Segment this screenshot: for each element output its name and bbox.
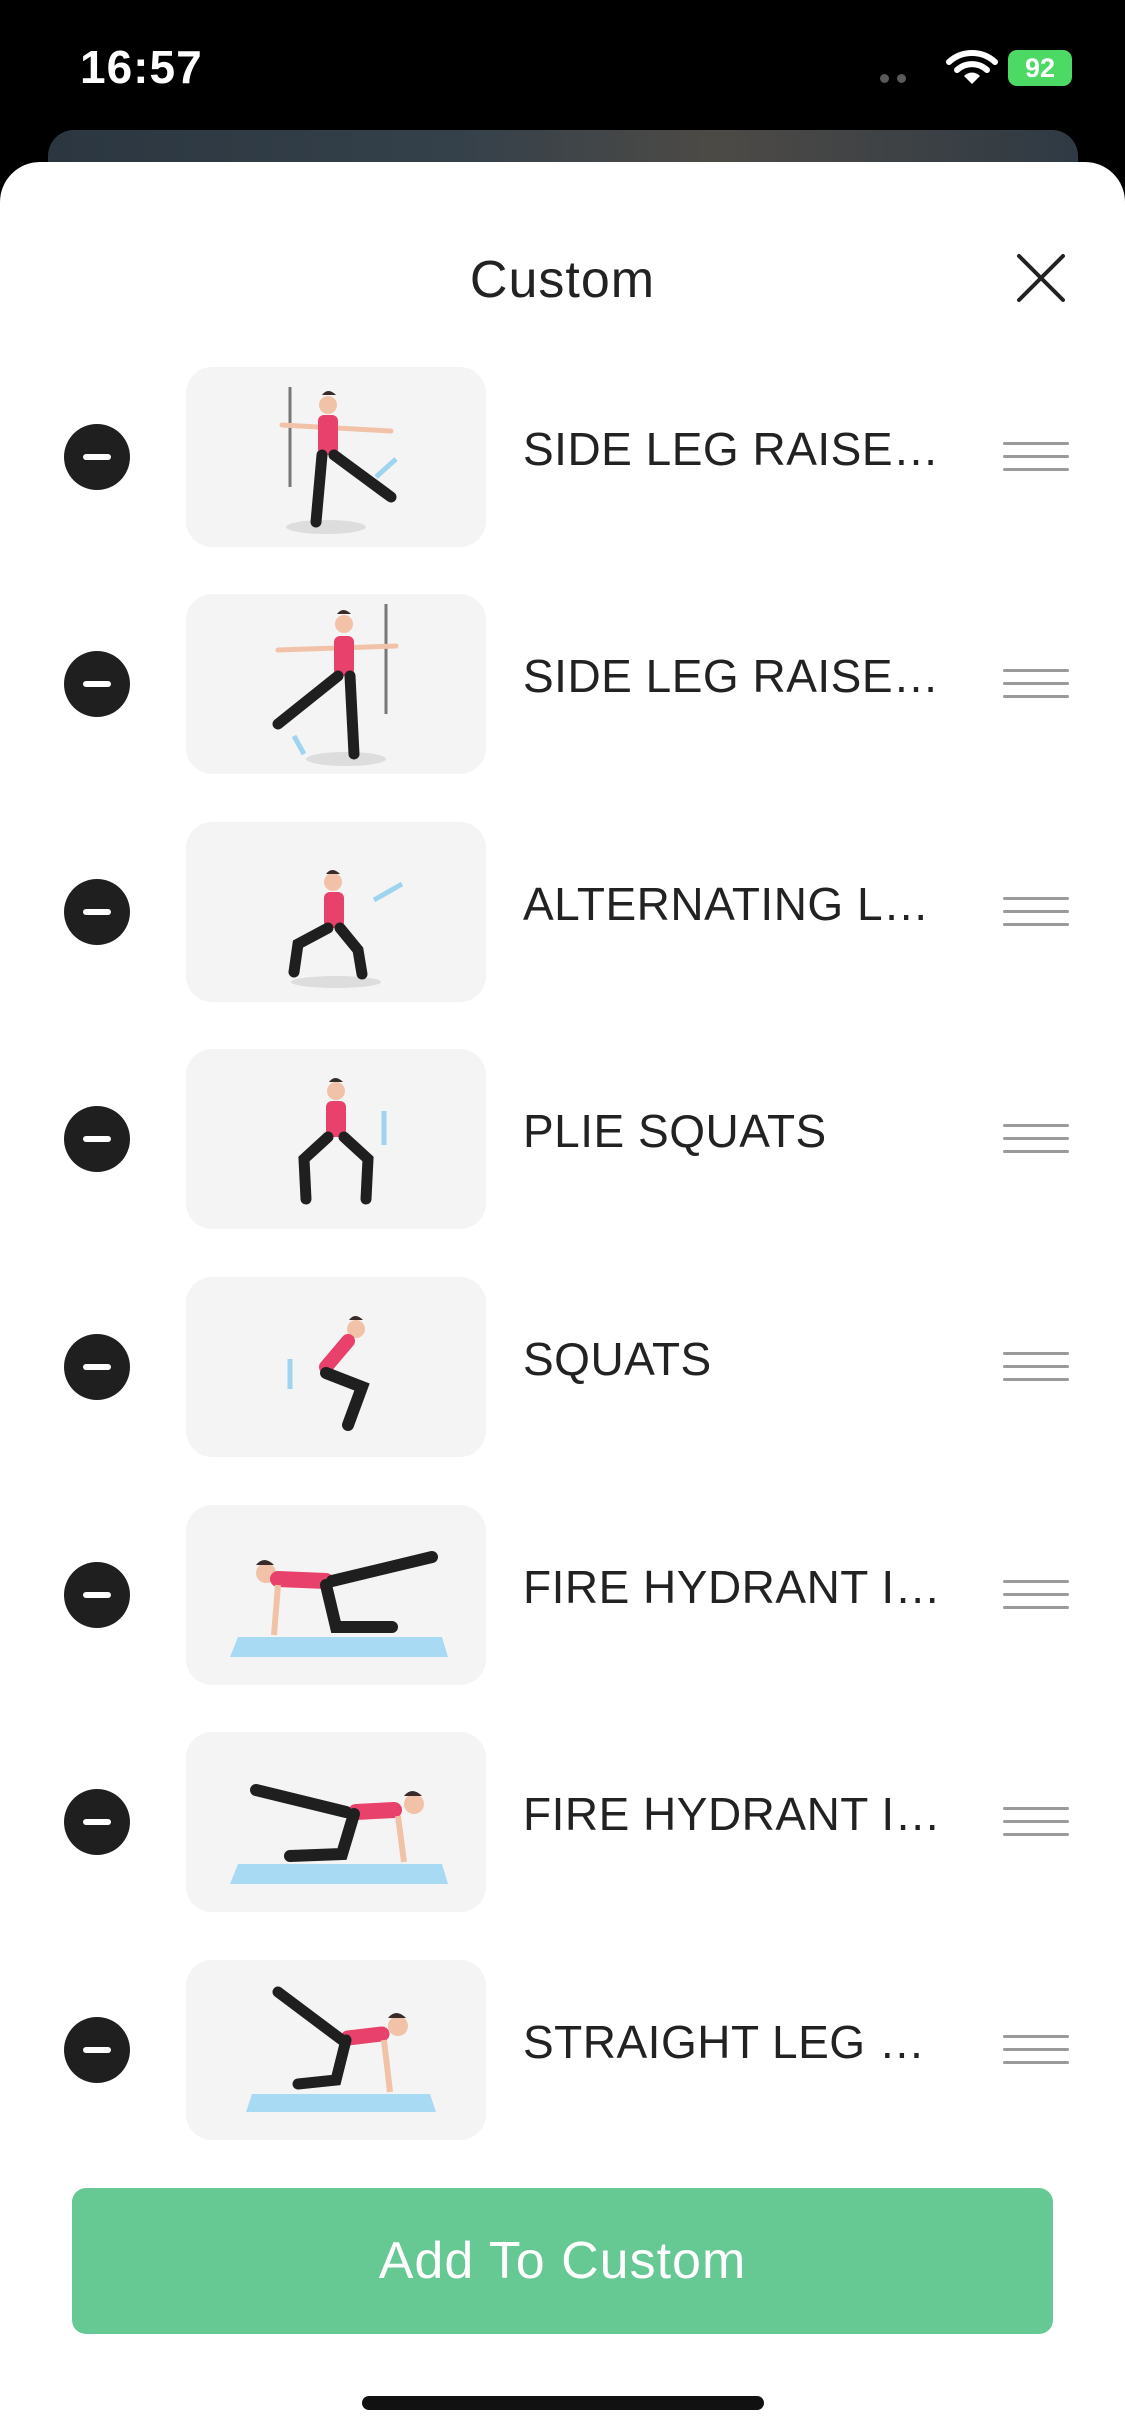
exercise-row[interactable]: SIDE LEG RAISES... xyxy=(0,594,1125,774)
home-indicator[interactable] xyxy=(362,2396,764,2410)
exercise-row[interactable]: SIDE LEG RAISES... xyxy=(0,367,1125,547)
wifi-icon xyxy=(946,50,998,84)
exercise-thumbnail xyxy=(186,822,486,1002)
remove-icon[interactable] xyxy=(64,1562,130,1628)
exercise-thumbnail xyxy=(186,594,486,774)
status-bar: 16:57 92 xyxy=(0,0,1125,150)
exercise-row[interactable]: PLIE SQUATS xyxy=(0,1049,1125,1229)
remove-icon[interactable] xyxy=(64,2017,130,2083)
exercise-name: SIDE LEG RAISES... xyxy=(523,423,953,475)
remove-icon[interactable] xyxy=(64,424,130,490)
custom-sheet: Custom SIDE LEG RAISES... SIDE LEG RAISE… xyxy=(0,162,1125,2436)
drag-handle-icon[interactable] xyxy=(1003,2035,1069,2065)
exercise-thumbnail xyxy=(186,1505,486,1685)
battery-icon: 92 xyxy=(1008,50,1072,86)
drag-handle-icon[interactable] xyxy=(1003,1580,1069,1610)
signal-icon xyxy=(880,70,920,84)
remove-icon[interactable] xyxy=(64,1106,130,1172)
exercise-thumbnail xyxy=(186,367,486,547)
exercise-name: SIDE LEG RAISES... xyxy=(523,650,953,702)
exercise-name: STRAIGHT LEG KI... xyxy=(523,2016,953,2068)
exercise-thumbnail xyxy=(186,1960,486,2140)
exercise-row[interactable]: ALTERNATING LU... xyxy=(0,822,1125,1002)
exercise-thumbnail xyxy=(186,1277,486,1457)
exercise-name: SQUATS xyxy=(523,1333,712,1385)
exercise-row[interactable]: STRAIGHT LEG KI... xyxy=(0,1960,1125,2140)
drag-handle-icon[interactable] xyxy=(1003,897,1069,927)
exercise-thumbnail xyxy=(186,1732,486,1912)
drag-handle-icon[interactable] xyxy=(1003,669,1069,699)
exercise-row[interactable]: FIRE HYDRANT IN... xyxy=(0,1732,1125,1912)
exercise-name: ALTERNATING LU... xyxy=(523,878,953,930)
exercise-row[interactable]: FIRE HYDRANT IN... xyxy=(0,1505,1125,1685)
add-to-custom-button[interactable]: Add To Custom xyxy=(72,2188,1053,2334)
drag-handle-icon[interactable] xyxy=(1003,442,1069,472)
drag-handle-icon[interactable] xyxy=(1003,1124,1069,1154)
sheet-title: Custom xyxy=(469,251,656,309)
status-time: 16:57 xyxy=(80,41,203,93)
remove-icon[interactable] xyxy=(64,651,130,717)
remove-icon[interactable] xyxy=(64,879,130,945)
exercise-name: FIRE HYDRANT IN... xyxy=(523,1788,953,1840)
exercise-name: FIRE HYDRANT IN... xyxy=(523,1561,953,1613)
exercise-thumbnail xyxy=(186,1049,486,1229)
exercise-name: PLIE SQUATS xyxy=(523,1105,827,1157)
close-icon[interactable] xyxy=(1010,247,1072,309)
exercise-row[interactable]: SQUATS xyxy=(0,1277,1125,1457)
remove-icon[interactable] xyxy=(64,1334,130,1400)
drag-handle-icon[interactable] xyxy=(1003,1352,1069,1382)
drag-handle-icon[interactable] xyxy=(1003,1807,1069,1837)
remove-icon[interactable] xyxy=(64,1789,130,1855)
